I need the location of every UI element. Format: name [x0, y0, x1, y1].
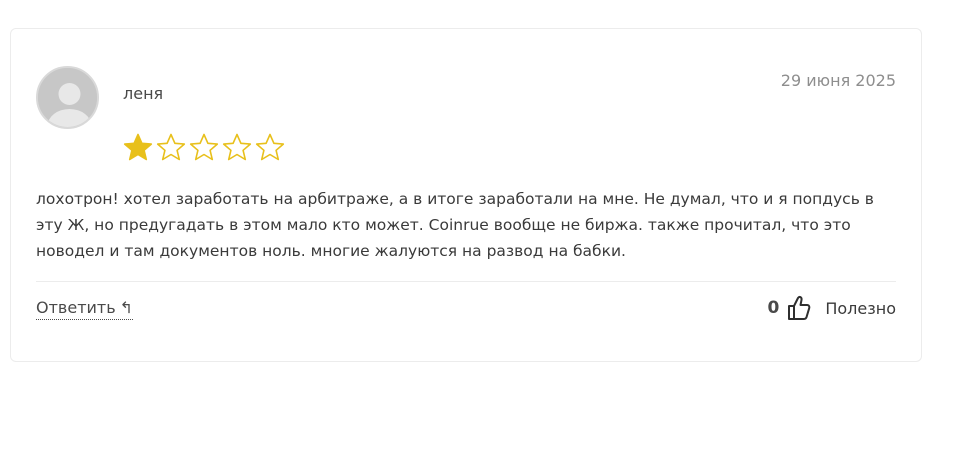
helpful-count: 0	[767, 298, 780, 318]
reply-label: Ответить	[36, 298, 116, 317]
divider	[36, 281, 896, 282]
user-avatar-icon	[38, 68, 97, 127]
star-filled-icon	[123, 133, 153, 161]
helpful-vote: 0 Полезно	[767, 295, 896, 321]
helpful-button[interactable]: Полезно	[825, 299, 896, 318]
review-card: леня 29 июня 2025 лохотрон! хотел зарабо…	[10, 28, 922, 362]
review-author: леня	[123, 84, 164, 103]
star-outline-icon	[156, 133, 186, 161]
star-outline-icon	[222, 133, 252, 161]
review-date: 29 июня 2025	[780, 71, 896, 90]
star-outline-icon	[189, 133, 219, 161]
review-text: лохотрон! хотел заработать на арбитраже,…	[36, 190, 874, 260]
avatar	[36, 66, 99, 129]
star-outline-icon	[255, 133, 285, 161]
thumbs-up-icon[interactable]	[787, 295, 811, 321]
rating-stars	[122, 132, 286, 162]
reply-arrow-icon: ↰	[119, 297, 134, 317]
reply-button[interactable]: Ответить ↰	[36, 297, 134, 320]
